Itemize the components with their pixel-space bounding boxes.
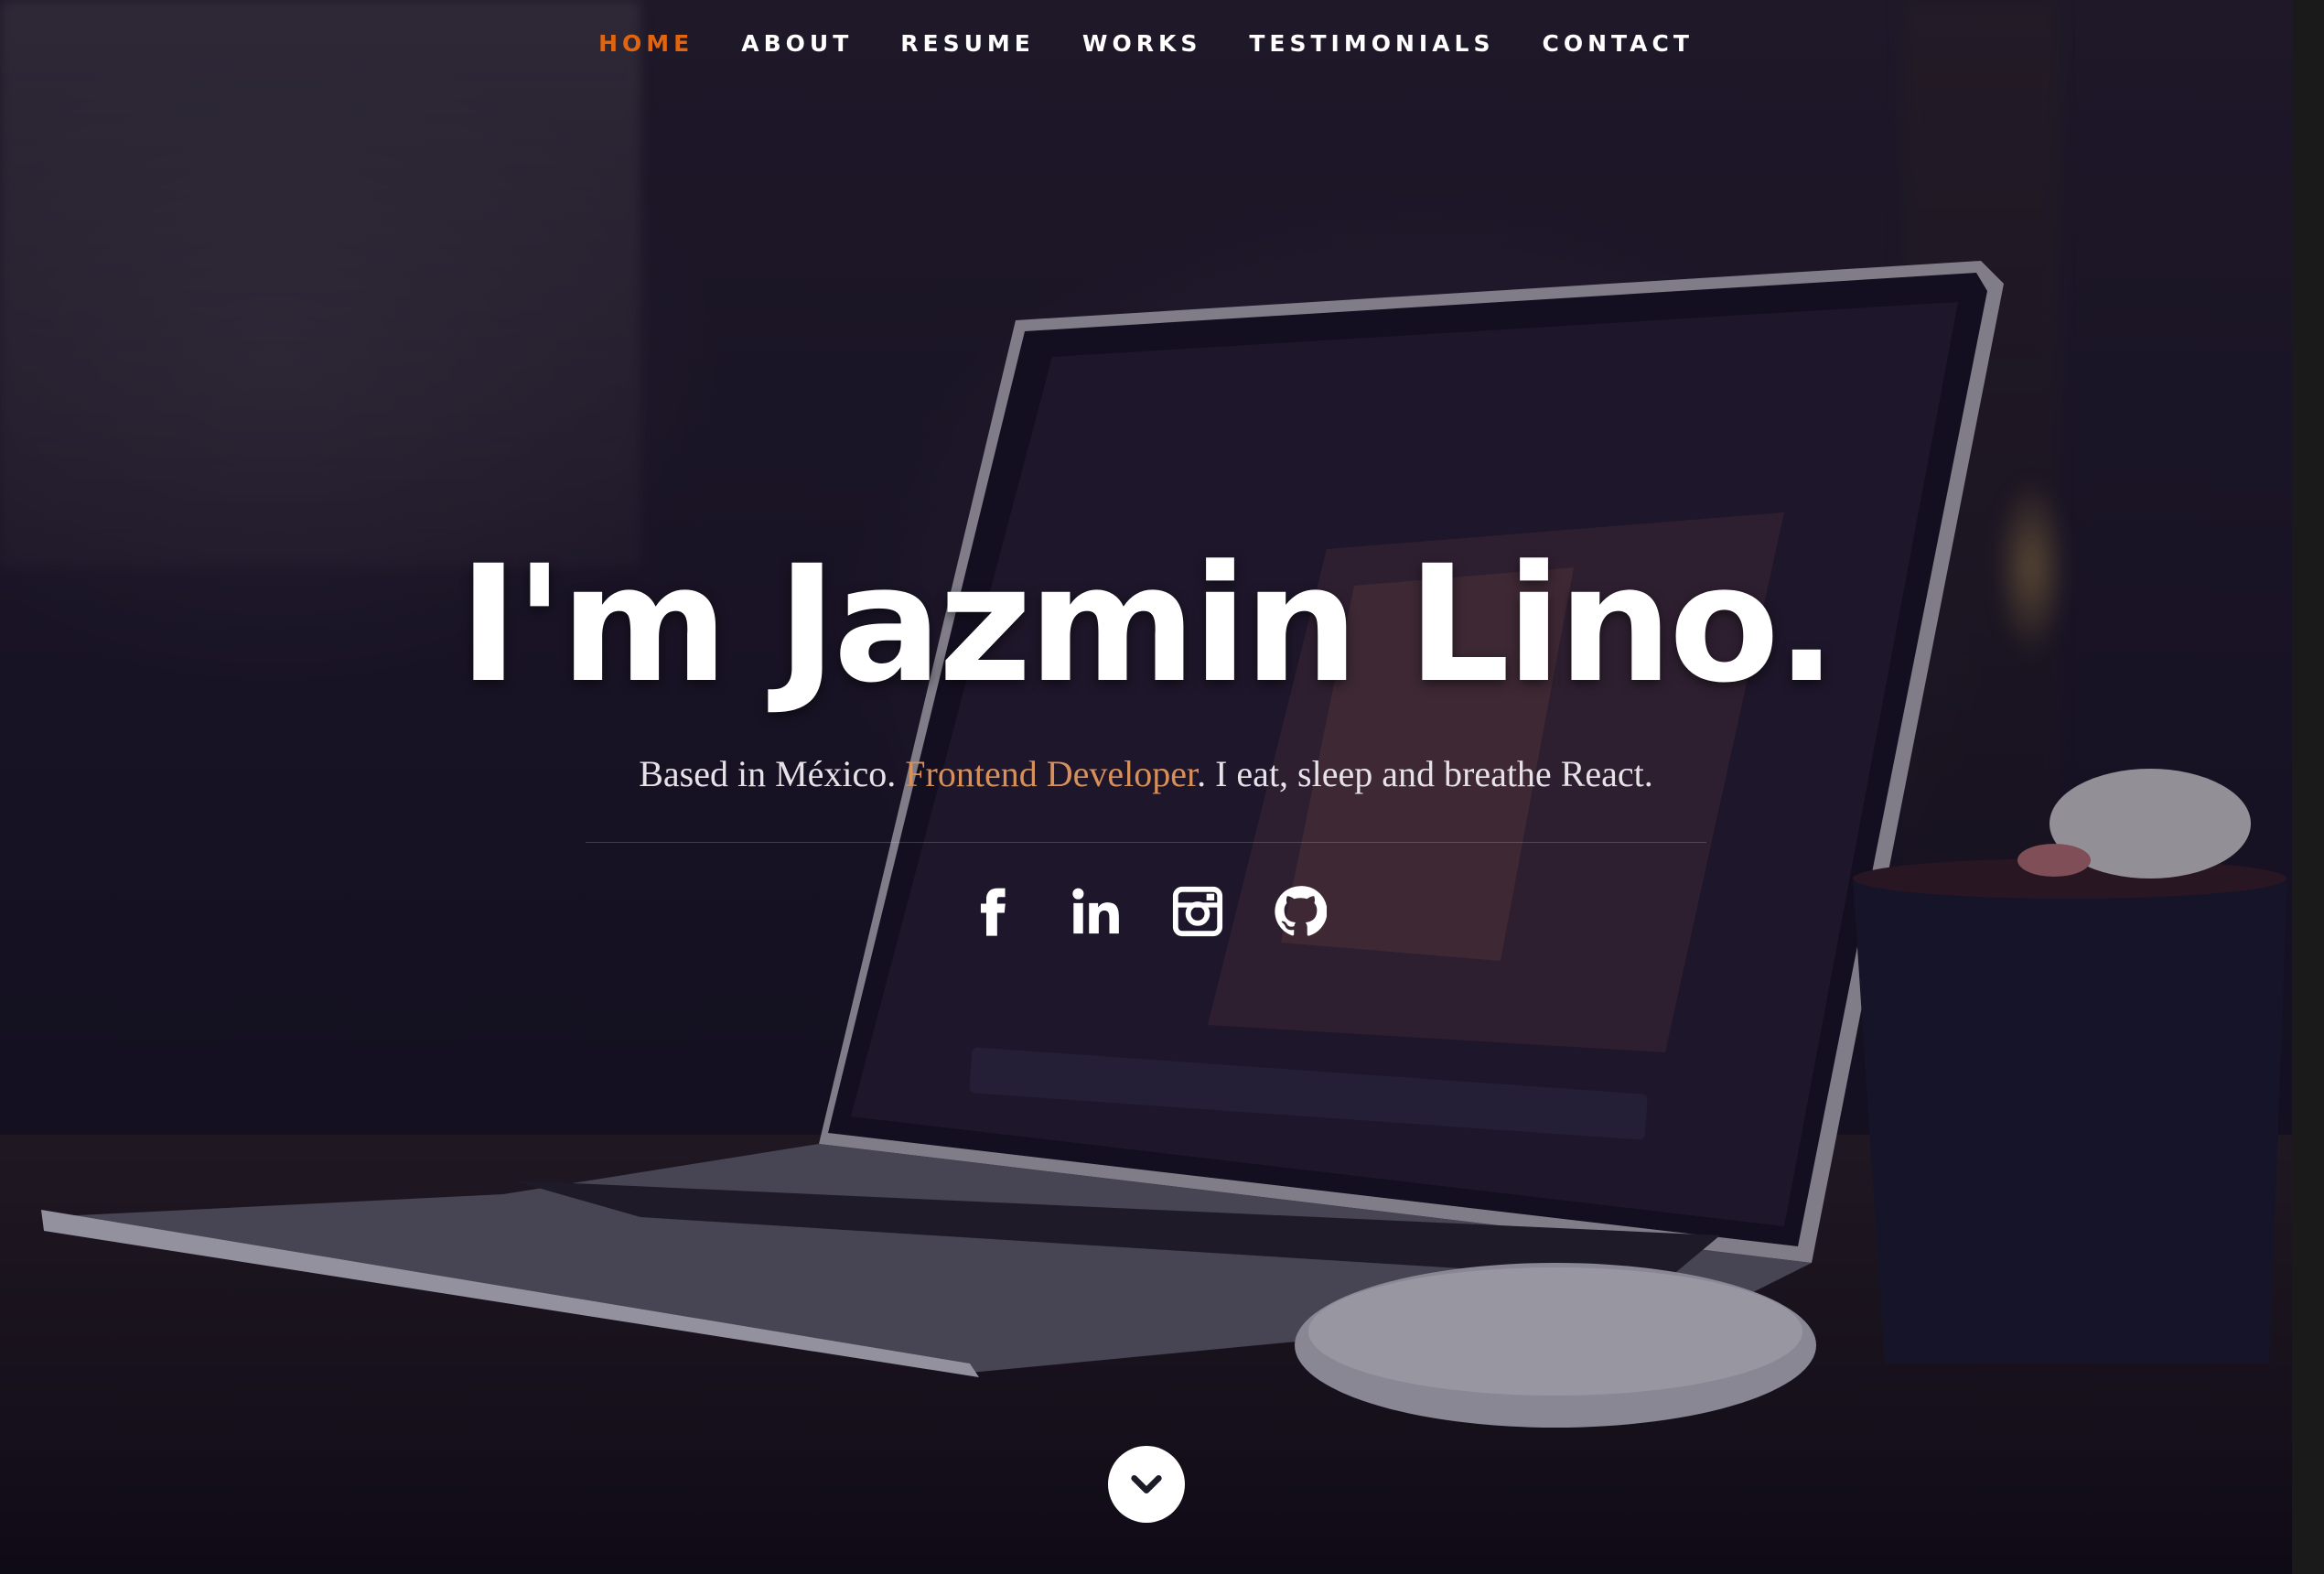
banner-headline: I'm Jazmin Lino.	[458, 531, 1837, 718]
linkedin-link[interactable]	[1067, 883, 1124, 940]
subtitle-prefix: Based in México.	[639, 753, 906, 794]
facebook-link[interactable]	[964, 883, 1021, 940]
instagram-link[interactable]	[1169, 883, 1226, 940]
nav-contact[interactable]: CONTACT	[1542, 30, 1693, 57]
scrollbar-track[interactable]	[2292, 0, 2324, 1574]
subtitle-suffix: . I eat, sleep and breathe React.	[1197, 753, 1653, 794]
linkedin-icon	[1071, 888, 1119, 934]
social-links	[0, 883, 2292, 940]
nav-home[interactable]: HOME	[598, 30, 694, 57]
scroll-down-button[interactable]	[1108, 1446, 1185, 1523]
nav-works[interactable]: WORKS	[1082, 30, 1201, 57]
nav-about[interactable]: ABOUT	[741, 30, 853, 57]
nav-resume[interactable]: RESUME	[900, 30, 1035, 57]
banner-divider	[586, 842, 1706, 843]
nav-testimonials[interactable]: TESTIMONIALS	[1249, 30, 1494, 57]
subtitle-role: Frontend Developer	[905, 753, 1198, 794]
banner-subtitle: Based in México. Frontend Developer. I e…	[0, 752, 2292, 795]
chevron-down-icon	[1131, 1475, 1162, 1493]
main-nav: HOME ABOUT RESUME WORKS TESTIMONIALS CON…	[0, 0, 2292, 86]
github-icon	[1274, 886, 1327, 936]
github-link[interactable]	[1272, 883, 1329, 940]
instagram-icon	[1172, 886, 1222, 937]
hero-section: HOME ABOUT RESUME WORKS TESTIMONIALS CON…	[0, 0, 2324, 1574]
facebook-icon	[980, 888, 1006, 936]
